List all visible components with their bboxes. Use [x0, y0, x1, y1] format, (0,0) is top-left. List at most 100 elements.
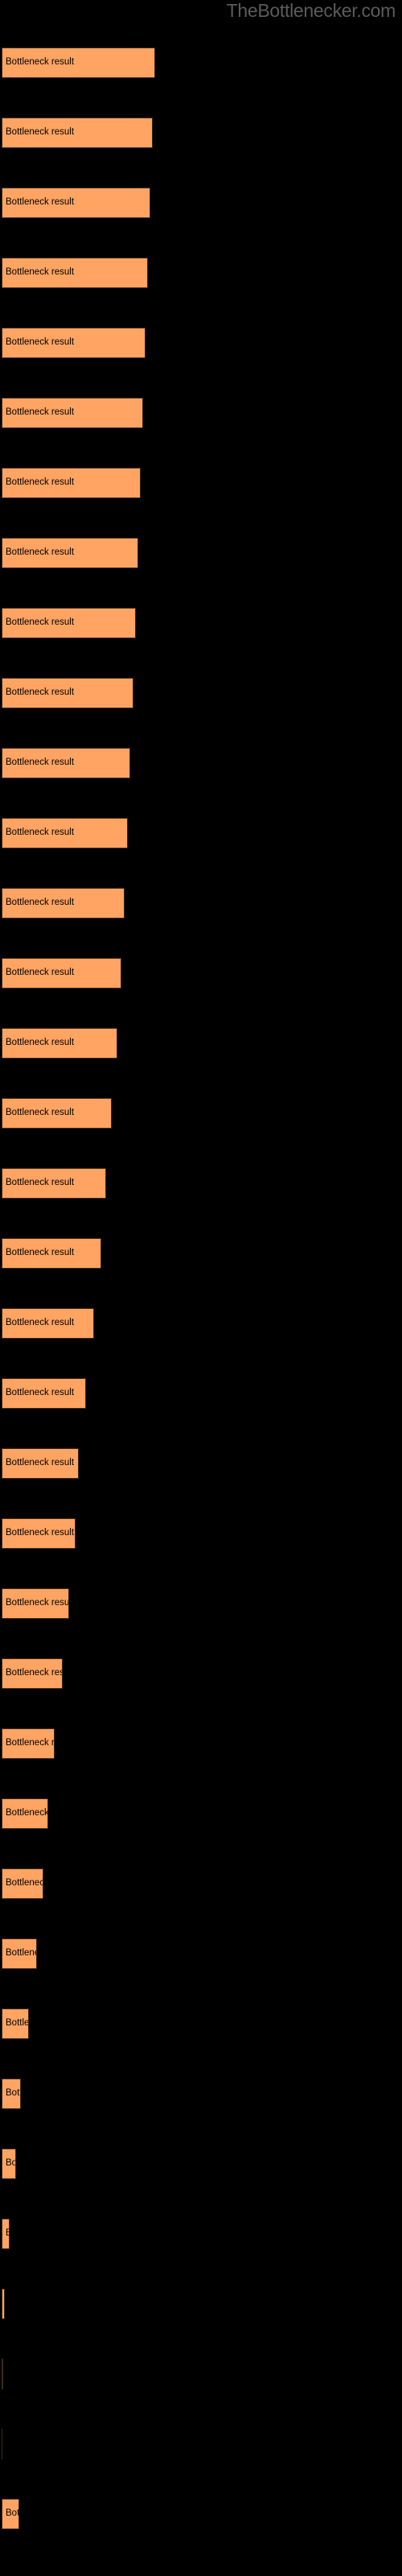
bar[interactable]: Bottleneck result [2, 2289, 5, 2319]
bar[interactable]: Bottleneck result [2, 398, 143, 428]
bar-label: Bottleneck result [2, 2299, 4, 2309]
bar-row: Bottleneck result [0, 2289, 402, 2319]
bar[interactable]: Bottleneck result [2, 2079, 21, 2109]
bar[interactable]: Bottleneck result [2, 1378, 86, 1409]
bar[interactable]: Bottleneck result [2, 2219, 10, 2249]
bar-row: Bottleneck result [0, 1518, 402, 1549]
bar-row: Bottleneck result [0, 818, 402, 848]
bar-label: Bottleneck result [6, 1808, 48, 1818]
bar-row: Bottleneck result [0, 2429, 402, 2459]
bar[interactable]: Bottleneck result [2, 608, 136, 638]
bar-label: Bottleneck result [6, 687, 75, 698]
bar-label: Bottleneck result [6, 407, 75, 418]
bar[interactable]: Bottleneck result [2, 1098, 112, 1129]
bar-row: Bottleneck result [0, 2149, 402, 2179]
bar[interactable]: Bottleneck result [2, 1658, 63, 1689]
bar-row: Bottleneck result [0, 1378, 402, 1409]
bar-label: Bottleneck result [6, 267, 75, 278]
bar-row: Bottleneck result [0, 1798, 402, 1829]
bar[interactable]: Bottleneck result [2, 1938, 37, 1969]
bar-row: Bottleneck result [0, 678, 402, 708]
bar-label: Bottleneck result [6, 617, 75, 628]
bar-label: Bottleneck result [6, 758, 75, 768]
bar-label: Bottleneck result [6, 968, 75, 978]
bar-label: Bottleneck result [6, 828, 75, 838]
bar[interactable]: Bottleneck result [2, 2149, 16, 2179]
bar-row: Bottleneck result [0, 258, 402, 288]
bar[interactable]: Bottleneck result [2, 258, 148, 288]
bar-row: Bottleneck result [0, 468, 402, 498]
bar[interactable]: Bottleneck result [2, 958, 121, 989]
bar[interactable]: Bottleneck result [2, 1308, 94, 1339]
bar-label: Bottleneck result [6, 1948, 36, 1959]
bar-row: Bottleneck result [0, 748, 402, 778]
bar-row: Bottleneck result [0, 1448, 402, 1479]
bar[interactable]: Bottleneck result [2, 1518, 76, 1549]
bar-label: Bottleneck result [2, 2229, 9, 2239]
bar[interactable]: Bottleneck result [2, 538, 138, 568]
bar[interactable]: Bottleneck result [2, 818, 128, 848]
bar-label: Bottleneck result [6, 57, 75, 68]
bar[interactable]: Bottleneck result [2, 678, 133, 708]
bar[interactable]: Bottleneck result [2, 1588, 69, 1619]
bar-label: Bottleneck result [6, 1248, 75, 1258]
bar[interactable]: Bottleneck result [2, 118, 153, 148]
bar[interactable]: Bottleneck result [2, 1728, 55, 1759]
bar-row: Bottleneck result [0, 2219, 402, 2249]
bar-label: Bottleneck result [6, 2158, 16, 2169]
bar-label: Bottleneck result [2, 2369, 3, 2379]
bar-label: Bottleneck result [6, 898, 75, 908]
bar-label: Bottleneck result [6, 1318, 75, 1328]
bar-label: Bottleneck result [6, 477, 75, 488]
bar[interactable]: Bottleneck result [2, 1238, 101, 1269]
bar-label: Bottleneck result [6, 1038, 75, 1048]
bar[interactable]: Bottleneck result [2, 468, 141, 498]
bar[interactable]: Bottleneck result [2, 1028, 117, 1059]
bar[interactable]: Bottleneck result [2, 1168, 106, 1199]
bar-label: Bottleneck result [6, 1108, 75, 1118]
bar-row: Bottleneck result [0, 1308, 402, 1339]
bar-row: Bottleneck result [0, 538, 402, 568]
bar-row: Bottleneck result [0, 328, 402, 358]
bar-label: Bottleneck result [6, 337, 75, 348]
bar-label: Bottleneck result [6, 127, 75, 138]
bar-row: Bottleneck result [0, 1728, 402, 1759]
bar-label: Bottleneck result [6, 1738, 55, 1748]
bar-row: Bottleneck result [0, 2079, 402, 2109]
bar[interactable]: Bottleneck result [2, 328, 146, 358]
bar-row: Bottleneck result [0, 1098, 402, 1129]
bar[interactable]: Bottleneck result [2, 188, 150, 218]
bar-label: Bottleneck result [6, 547, 75, 558]
bar[interactable]: Bottleneck result [2, 888, 125, 919]
bar[interactable]: Bottleneck result [2, 2008, 29, 2039]
bar-row: Bottleneck result [0, 1028, 402, 1059]
bar-row: Bottleneck result [0, 2008, 402, 2039]
bar[interactable]: Bottleneck result [2, 2359, 3, 2389]
bar[interactable]: Bottleneck result [2, 1798, 48, 1829]
bar-row: Bottleneck result [0, 608, 402, 638]
bar-row: Bottleneck result [0, 1868, 402, 1899]
bar-label: Bottleneck result [6, 1388, 75, 1398]
bar-label: Bottleneck result [6, 1668, 62, 1678]
bar[interactable]: Bottleneck result [2, 47, 155, 78]
bar[interactable]: Bottleneck result [2, 1868, 43, 1899]
bar-row: Bottleneck result [0, 1938, 402, 1969]
bar[interactable]: Bottleneck result [2, 2499, 19, 2529]
bar-row: Bottleneck result [0, 1588, 402, 1619]
bar-label: Bottleneck result [6, 197, 75, 208]
bar-label: Bottleneck result [6, 1178, 75, 1188]
bottleneck-bar-chart: Bottleneck result Bottleneck result Bottle… [0, 0, 402, 2576]
bar-label: Bottleneck result [6, 1878, 43, 1889]
bar[interactable]: Bottleneck result [2, 1448, 79, 1479]
bar-label: Bottleneck result [6, 1528, 75, 1538]
bar-label: Bottleneck result [6, 1598, 69, 1608]
bar-label: Bottleneck result [6, 2018, 29, 2029]
bar-row: Bottleneck result [0, 2499, 402, 2529]
bar-label: Bottleneck result [6, 2088, 20, 2099]
bar-row: Bottleneck result [0, 398, 402, 428]
bar-row: Bottleneck result [0, 118, 402, 148]
bar[interactable]: Bottleneck result [2, 748, 130, 778]
bar-row: Bottleneck result [0, 888, 402, 919]
bar-row: Bottleneck result [0, 188, 402, 218]
bar-row: Bottleneck result [0, 2359, 402, 2389]
